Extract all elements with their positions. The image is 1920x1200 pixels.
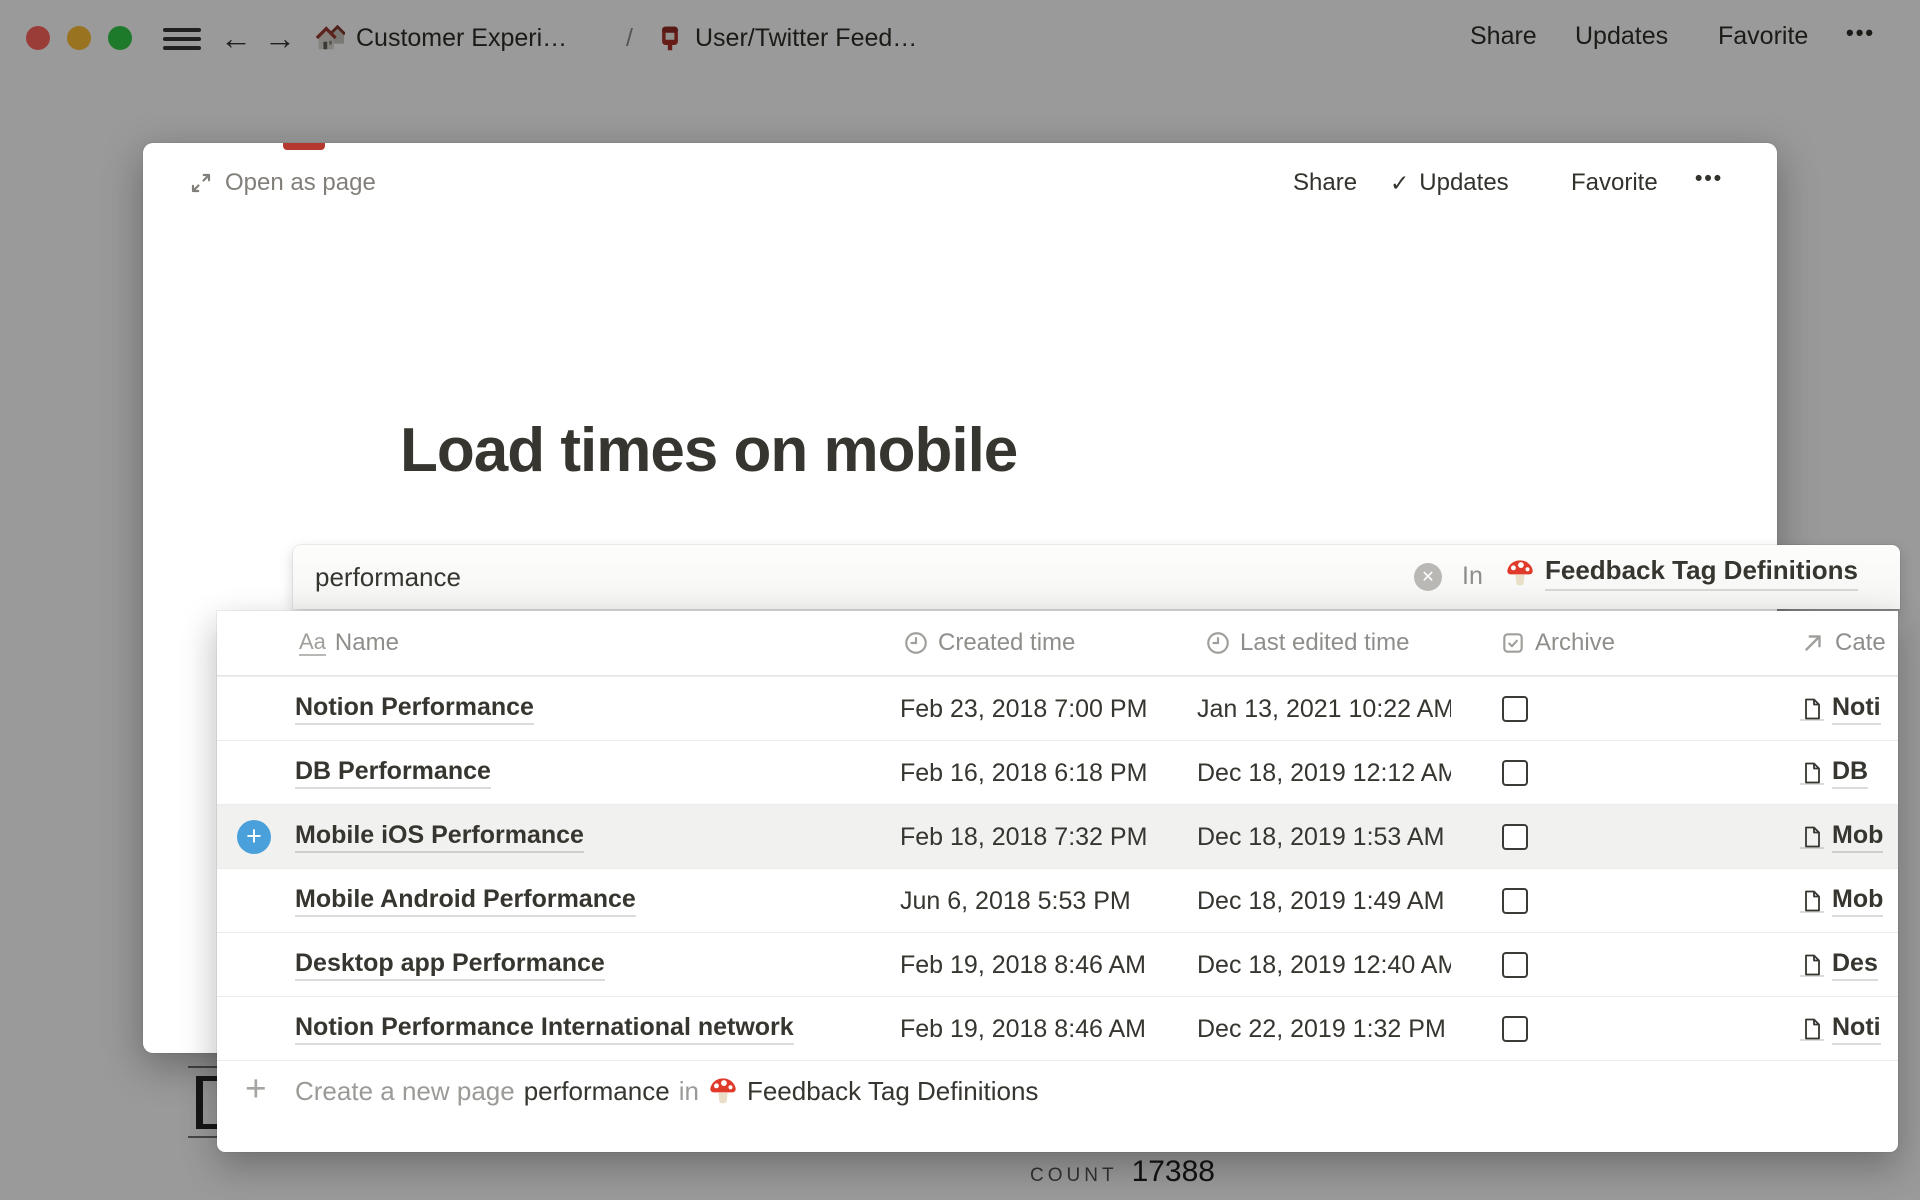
ne-arrow-icon — [1800, 630, 1826, 656]
page-link[interactable]: Notion Performance — [295, 677, 534, 741]
last-edited-time-cell: Dec 18, 2019 1:53 AM — [1197, 805, 1451, 869]
category-link[interactable]: Noti — [1800, 997, 1898, 1061]
page-file-icon — [1800, 697, 1824, 721]
page-file-icon — [1800, 953, 1824, 977]
page-title[interactable]: Load times on mobile — [400, 415, 1017, 486]
add-plus-icon[interactable]: + — [237, 820, 271, 854]
created-time-cell: Feb 16, 2018 6:18 PM — [900, 741, 1192, 805]
category-link[interactable]: Mob — [1800, 805, 1898, 869]
modal-updates-button[interactable]: ✓ Updates — [1390, 169, 1509, 197]
created-time-cell: Feb 18, 2018 7:32 PM — [900, 805, 1192, 869]
search-input[interactable] — [315, 545, 1395, 609]
create-new-page-row[interactable]: + Create a new page performance in Feedb… — [217, 1060, 1898, 1120]
page-link[interactable]: Mobile Android Performance — [295, 869, 636, 933]
archive-checkbox[interactable] — [1502, 824, 1528, 850]
table-row[interactable]: Notion Performance Feb 23, 2018 7:00 PM … — [217, 676, 1898, 740]
column-header-archive[interactable]: Archive — [1500, 611, 1615, 675]
table-row-selected[interactable]: + Mobile iOS Performance Feb 18, 2018 7:… — [217, 804, 1898, 868]
archive-checkbox[interactable] — [1502, 696, 1528, 722]
column-header-name[interactable]: Aa Name — [299, 611, 399, 675]
search-in-label: In — [1462, 562, 1483, 591]
clock-icon — [903, 630, 929, 656]
last-edited-time-cell: Dec 18, 2019 12:12 AM — [1197, 741, 1451, 805]
created-time-cell: Feb 19, 2018 8:46 AM — [900, 933, 1192, 997]
mushroom-icon — [708, 1076, 738, 1106]
page-link[interactable]: Desktop app Performance — [295, 933, 605, 997]
table-row[interactable]: Desktop app Performance Feb 19, 2018 8:4… — [217, 932, 1898, 996]
clear-search-icon[interactable]: ✕ — [1414, 563, 1442, 591]
page-link[interactable]: DB Performance — [295, 741, 491, 805]
archive-checkbox[interactable] — [1502, 1016, 1528, 1042]
check-icon: ✓ — [1390, 170, 1409, 197]
column-header-last-edited-time[interactable]: Last edited time — [1205, 611, 1409, 675]
scope-name: Feedback Tag Definitions — [1545, 555, 1858, 591]
page-file-icon — [1800, 761, 1824, 785]
clock-icon — [1205, 630, 1231, 656]
page-link[interactable]: Mobile iOS Performance — [295, 805, 584, 869]
create-query-text: performance — [524, 1076, 670, 1107]
modal-share-button[interactable]: Share — [1293, 169, 1357, 197]
create-new-page-label: Create a new page performance in Feedbac… — [295, 1061, 1038, 1121]
modal-more-icon[interactable]: ••• — [1695, 167, 1723, 191]
archive-checkbox[interactable] — [1502, 760, 1528, 786]
page-file-icon — [1800, 825, 1824, 849]
open-as-page-button[interactable]: Open as page — [189, 169, 376, 197]
create-scope-name: Feedback Tag Definitions — [747, 1076, 1038, 1107]
table-row[interactable]: Notion Performance International network… — [217, 996, 1898, 1060]
category-link[interactable]: DB — [1800, 741, 1898, 805]
column-header-category[interactable]: Cate — [1800, 611, 1886, 675]
mushroom-icon — [1505, 558, 1535, 588]
category-link[interactable]: Des — [1800, 933, 1898, 997]
created-time-cell: Jun 6, 2018 5:53 PM — [900, 869, 1192, 933]
created-time-cell: Feb 23, 2018 7:00 PM — [900, 677, 1192, 741]
category-link[interactable]: Noti — [1800, 677, 1898, 741]
modal-header: Open as page Share ✓ Updates Favorite ••… — [143, 143, 1777, 199]
category-link[interactable]: Mob — [1800, 869, 1898, 933]
page-file-icon — [1800, 889, 1824, 913]
table-row[interactable]: DB Performance Feb 16, 2018 6:18 PM Dec … — [217, 740, 1898, 804]
archive-checkbox[interactable] — [1502, 888, 1528, 914]
created-time-cell: Feb 19, 2018 8:46 AM — [900, 997, 1192, 1061]
text-field-type-icon: Aa — [299, 630, 326, 656]
page-link[interactable]: Notion Performance International network — [295, 997, 794, 1061]
plus-icon: + — [245, 1068, 267, 1110]
last-edited-time-cell: Dec 18, 2019 12:40 AM — [1197, 933, 1451, 997]
column-header-created-time[interactable]: Created time — [903, 611, 1075, 675]
last-edited-time-cell: Dec 22, 2019 1:32 PM — [1197, 997, 1451, 1061]
archive-checkbox[interactable] — [1502, 952, 1528, 978]
search-dialog: ✕ In Feedback Tag Definitions — [293, 545, 1900, 609]
search-scope-link[interactable]: Feedback Tag Definitions — [1505, 555, 1858, 591]
table-row[interactable]: Mobile Android Performance Jun 6, 2018 5… — [217, 868, 1898, 932]
search-results-dropdown: Aa Name Created time Last edited time Ar… — [217, 611, 1898, 1152]
last-edited-time-cell: Jan 13, 2021 10:22 AM — [1197, 677, 1451, 741]
expand-diagonal-icon — [189, 171, 213, 195]
checkbox-icon — [1500, 630, 1526, 656]
modal-favorite-button[interactable]: Favorite — [1571, 169, 1658, 197]
table-header: Aa Name Created time Last edited time Ar… — [217, 611, 1898, 676]
page-file-icon — [1800, 1017, 1824, 1041]
last-edited-time-cell: Dec 18, 2019 1:49 AM — [1197, 869, 1451, 933]
